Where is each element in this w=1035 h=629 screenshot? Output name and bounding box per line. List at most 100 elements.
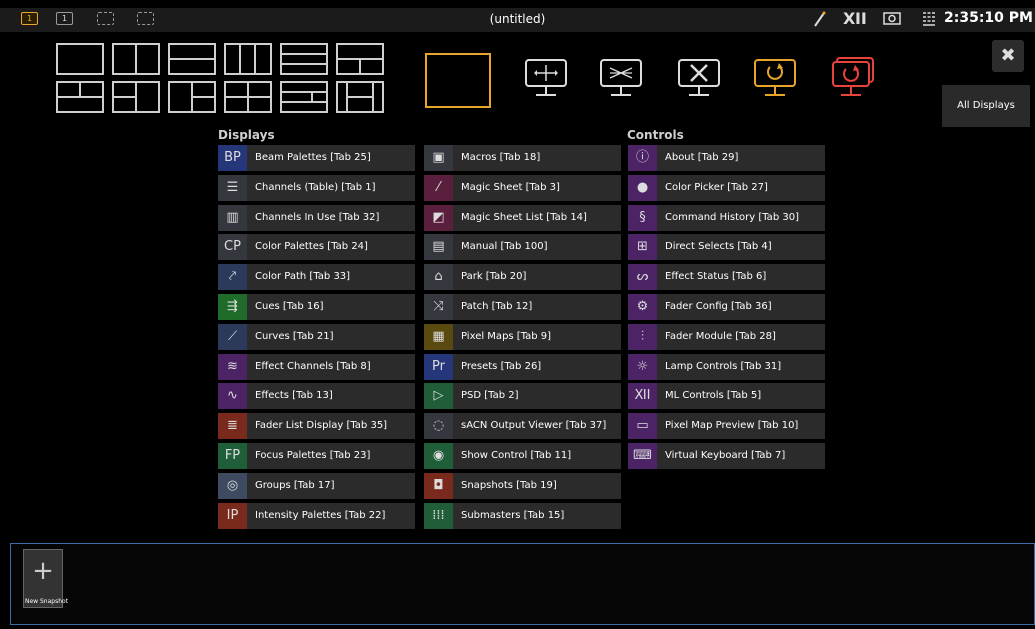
- manual-icon: ▤: [424, 234, 453, 261]
- tab-item-label: Color Picker [Tab 27]: [665, 181, 768, 193]
- refresh-display-icon[interactable]: [752, 57, 798, 107]
- tab-item[interactable]: Pr Presets [Tab 26]: [424, 353, 621, 380]
- display-patch-icon[interactable]: [598, 57, 644, 107]
- tab-item[interactable]: ◌ sACN Output Viewer [Tab 37]: [424, 413, 621, 440]
- tab-item[interactable]: ⌨ Virtual Keyboard [Tab 7]: [628, 443, 825, 469]
- clock: 2:35:10 PM: [944, 10, 1033, 26]
- pixel-maps-icon: ▦: [424, 323, 453, 350]
- tab-item-label: Color Path [Tab 33]: [255, 271, 351, 283]
- park-icon: ⌂: [424, 264, 453, 291]
- layout-left-split-button[interactable]: [112, 81, 160, 113]
- displays-heading: Displays: [218, 128, 275, 142]
- tab-item[interactable]: ☼ Lamp Controls [Tab 31]: [628, 353, 825, 380]
- tab-item[interactable]: ▦ Pixel Maps [Tab 9]: [424, 323, 621, 350]
- fader-config-icon: ⚙: [628, 294, 657, 320]
- layout-right-split-button[interactable]: [168, 81, 216, 113]
- window-title: (untitled): [489, 12, 546, 26]
- move-display-icon[interactable]: [523, 57, 569, 107]
- tab-item[interactable]: ◘ Snapshots [Tab 19]: [424, 472, 621, 499]
- layout-three-rows-button[interactable]: [280, 43, 328, 75]
- layout-two-columns-button[interactable]: [112, 43, 160, 75]
- tab-item[interactable]: ▷ PSD [Tab 2]: [424, 383, 621, 410]
- camera-icon[interactable]: [883, 11, 901, 29]
- tab-item[interactable]: ⅪⅠ ML Controls [Tab 5]: [628, 383, 825, 410]
- tab-item[interactable]: FP Focus Palettes [Tab 23]: [218, 443, 415, 469]
- tab-item-label: Channels In Use [Tab 32]: [255, 211, 380, 223]
- layout-quad-button[interactable]: [224, 81, 272, 113]
- tab-item-label: Fader Module [Tab 28]: [665, 330, 776, 342]
- snapshot-strip: + New Snapshot: [10, 543, 1035, 625]
- show-control-icon: ◉: [424, 443, 453, 469]
- tab-item[interactable]: ∿ Effects [Tab 13]: [218, 383, 415, 410]
- new-snapshot-label: New Snapshot: [25, 598, 69, 605]
- tab-item[interactable]: ◎ Groups [Tab 17]: [218, 472, 415, 499]
- beam-palettes-icon: BP: [218, 145, 247, 171]
- tab-item-label: Snapshots [Tab 19]: [461, 479, 557, 491]
- tab-item[interactable]: ▤ Manual [Tab 100]: [424, 234, 621, 261]
- tab-item-label: Curves [Tab 21]: [255, 330, 334, 342]
- tab-item[interactable]: ⁞⁞⁞ Submasters [Tab 15]: [424, 502, 621, 529]
- layout-top-split-button[interactable]: [336, 43, 384, 75]
- effects-icon: ∿: [218, 383, 247, 410]
- tab-item[interactable]: ⚙ Fader Config [Tab 36]: [628, 294, 825, 320]
- tab-item[interactable]: ≣ Fader List Display [Tab 35]: [218, 413, 415, 440]
- cues-icon: ⇶: [218, 294, 247, 320]
- fader-module-icon: ⫶: [628, 323, 657, 350]
- tab-item-label: PSD [Tab 2]: [461, 390, 519, 402]
- close-button[interactable]: ✖: [992, 40, 1024, 72]
- tab-item[interactable]: ⤤ Color Path [Tab 33]: [218, 264, 415, 291]
- tab-item[interactable]: ⓘ About [Tab 29]: [628, 145, 825, 171]
- magic-wand-icon[interactable]: [813, 10, 827, 28]
- tab-item[interactable]: ◉ Show Control [Tab 11]: [424, 443, 621, 469]
- tab-item[interactable]: ◩ Magic Sheet List [Tab 14]: [424, 204, 621, 231]
- color-path-icon: ⤤: [218, 264, 247, 291]
- tab-item[interactable]: ▣ Macros [Tab 18]: [424, 145, 621, 171]
- tab-item[interactable]: ᔕ Effect Status [Tab 6]: [628, 264, 825, 291]
- tab-item[interactable]: ⌂ Park [Tab 20]: [424, 264, 621, 291]
- presets-icon: Pr: [424, 353, 453, 380]
- tab-item-label: Cues [Tab 16]: [255, 301, 324, 312]
- layout-single-button[interactable]: [56, 43, 104, 75]
- tab-item-label: Pixel Maps [Tab 9]: [461, 330, 552, 342]
- top-bar: 1 1 (untitled) ⅪⅠ 2:35:10 PM: [0, 8, 1035, 32]
- tab-item-label: Manual [Tab 100]: [461, 241, 548, 253]
- plus-icon: +: [32, 556, 54, 586]
- layout-bottom-split-button[interactable]: [56, 81, 104, 113]
- keypad-icon[interactable]: [922, 11, 936, 29]
- tab-item-label: Channels (Table) [Tab 1]: [255, 181, 376, 193]
- tab-item[interactable]: ● Color Picker [Tab 27]: [628, 174, 825, 201]
- ml-logo-icon[interactable]: ⅪⅠ: [843, 9, 867, 28]
- layout-two-rows-button[interactable]: [168, 43, 216, 75]
- refresh-all-displays-icon[interactable]: [830, 57, 876, 107]
- tab-item[interactable]: CP Color Palettes [Tab 24]: [218, 234, 415, 261]
- macros-icon: ▣: [424, 145, 453, 171]
- tab-item[interactable]: ▭ Pixel Map Preview [Tab 10]: [628, 413, 825, 440]
- layout-center-wide-button[interactable]: [280, 81, 328, 113]
- close-display-icon[interactable]: [676, 57, 722, 107]
- direct-selects-icon: ⊞: [628, 234, 657, 261]
- all-displays-button[interactable]: All Displays: [942, 85, 1030, 127]
- tab-item[interactable]: ⇶ Cues [Tab 16]: [218, 294, 415, 320]
- tab-item[interactable]: ⁄ Magic Sheet [Tab 3]: [424, 174, 621, 201]
- pixel-map-preview-icon: ▭: [628, 413, 657, 440]
- tab-item[interactable]: ≋ Effect Channels [Tab 8]: [218, 353, 415, 380]
- tab-item[interactable]: ☰ Channels (Table) [Tab 1]: [218, 174, 415, 201]
- ml-controls-icon: ⅪⅠ: [628, 383, 657, 410]
- curves-icon: ⟋: [218, 323, 247, 350]
- selected-frame-box[interactable]: [425, 53, 491, 108]
- tab-item[interactable]: § Command History [Tab 30]: [628, 204, 825, 231]
- layout-three-columns-button[interactable]: [224, 43, 272, 75]
- layout-center-tall-button[interactable]: [336, 81, 384, 113]
- tab-item[interactable]: BP Beam Palettes [Tab 25]: [218, 145, 415, 171]
- patch-icon: ⤨: [424, 294, 453, 320]
- command-history-icon: §: [628, 204, 657, 231]
- tab-item[interactable]: IP Intensity Palettes [Tab 22]: [218, 502, 415, 529]
- new-snapshot-button[interactable]: + New Snapshot: [23, 549, 68, 608]
- tab-item-label: Virtual Keyboard [Tab 7]: [665, 450, 786, 461]
- groups-icon: ◎: [218, 472, 247, 499]
- tab-item[interactable]: ⟋ Curves [Tab 21]: [218, 323, 415, 350]
- tab-item[interactable]: ⊞ Direct Selects [Tab 4]: [628, 234, 825, 261]
- tab-item[interactable]: ⤨ Patch [Tab 12]: [424, 294, 621, 320]
- tab-item[interactable]: ▥ Channels In Use [Tab 32]: [218, 204, 415, 231]
- tab-item[interactable]: ⫶ Fader Module [Tab 28]: [628, 323, 825, 350]
